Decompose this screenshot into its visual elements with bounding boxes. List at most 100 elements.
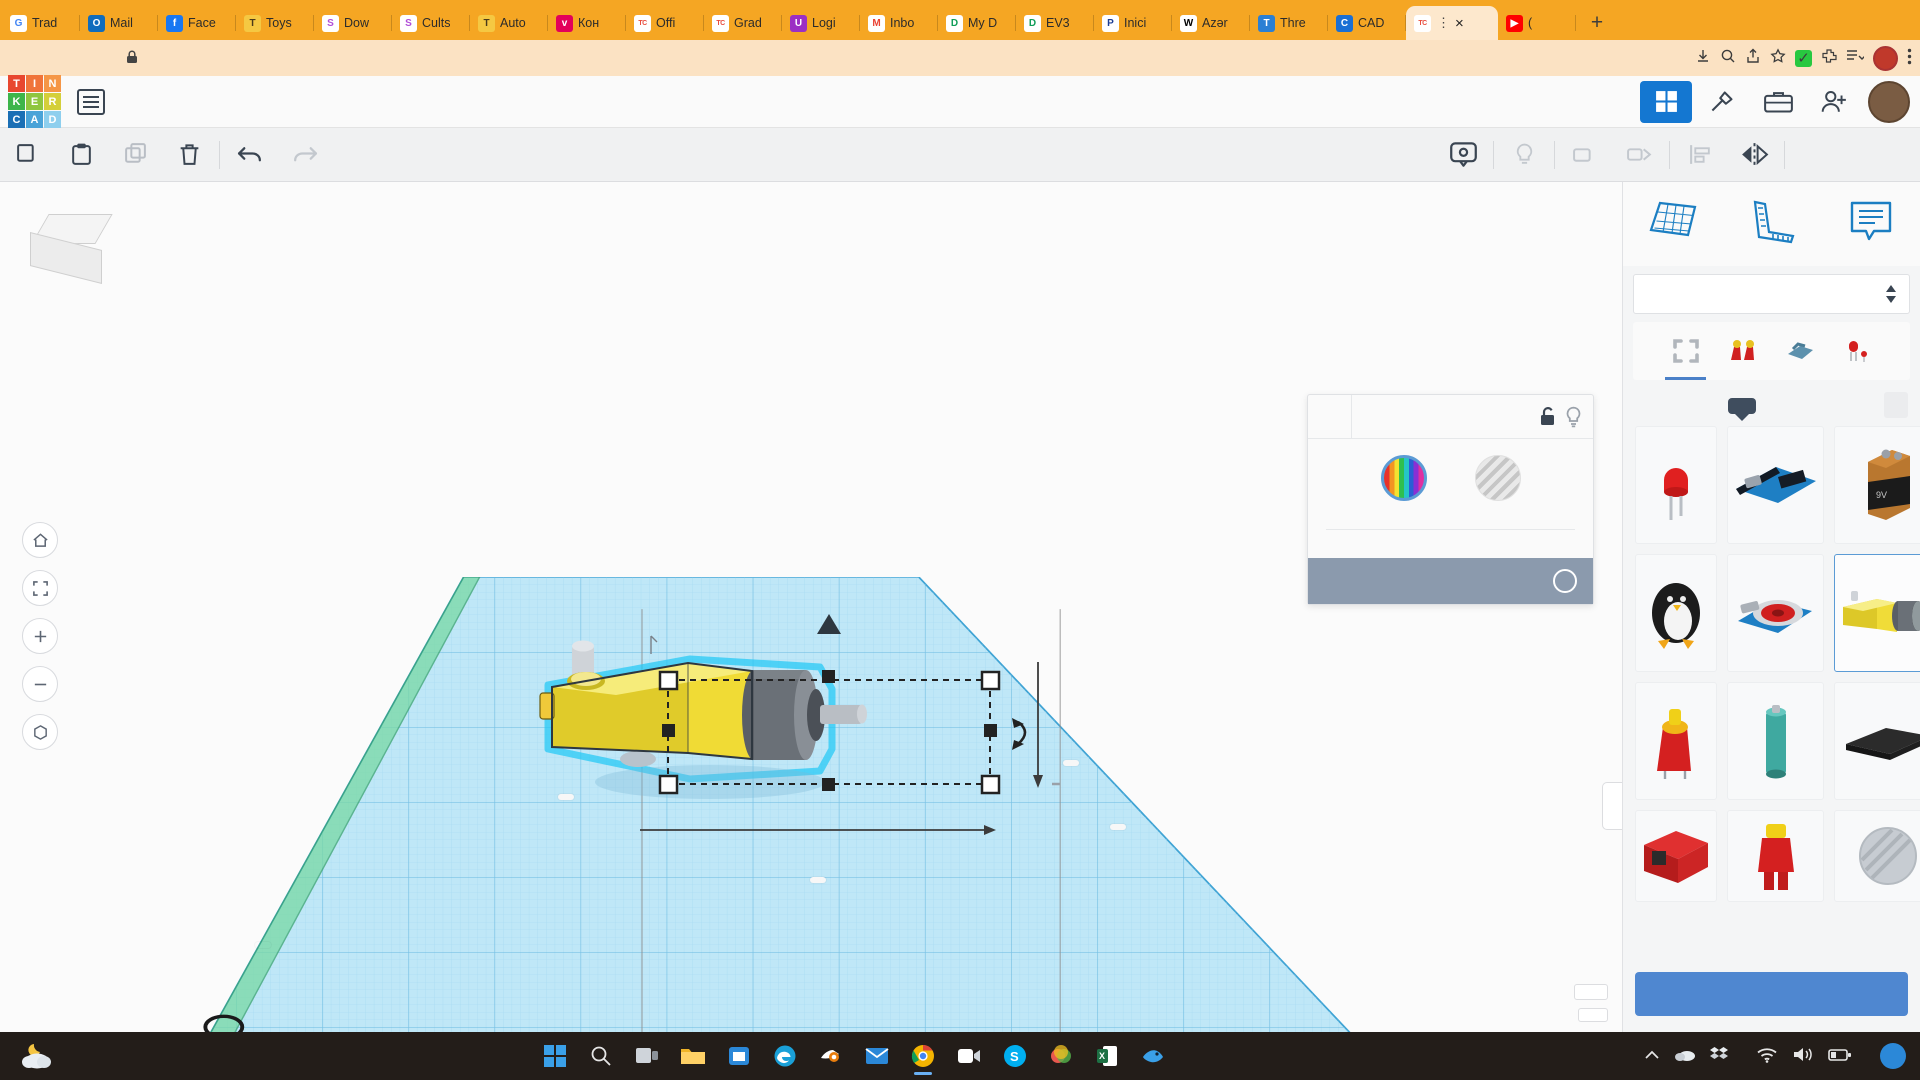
shape-penguin[interactable] (1635, 554, 1717, 672)
zoom-out-button[interactable] (22, 666, 58, 702)
start-button[interactable] (535, 1036, 575, 1076)
zoom-icon[interactable] (1720, 48, 1736, 68)
skype-button[interactable]: S (995, 1036, 1035, 1076)
home-view-button[interactable] (22, 522, 58, 558)
perspective-toggle-button[interactable] (22, 714, 58, 750)
show-hidden-icons-button[interactable] (1644, 1048, 1660, 1064)
invite-button[interactable] (1808, 81, 1860, 123)
photos-button[interactable] (1041, 1036, 1081, 1076)
mail-button[interactable] (857, 1036, 897, 1076)
search-button[interactable] (581, 1036, 621, 1076)
wifi-icon[interactable] (1756, 1047, 1778, 1066)
blocks-view-button[interactable] (1640, 81, 1692, 123)
edit-grid-button[interactable] (1574, 984, 1608, 1000)
forward-button[interactable] (42, 43, 72, 73)
shape-red-figure[interactable] (1727, 810, 1824, 902)
menu-icon[interactable] (1907, 48, 1912, 69)
copy-button[interactable] (0, 128, 54, 182)
export-button[interactable] (1832, 128, 1876, 182)
task-view-button[interactable] (627, 1036, 667, 1076)
reload-button[interactable] (76, 43, 106, 73)
dropbox-icon[interactable] (1710, 1046, 1728, 1067)
store-button[interactable] (719, 1036, 759, 1076)
edge-button[interactable] (765, 1036, 805, 1076)
back-button[interactable] (8, 43, 38, 73)
ruler-icon[interactable] (1747, 199, 1797, 250)
browser-tab-10[interactable]: ULogi (782, 6, 860, 40)
battery-icon[interactable] (1828, 1048, 1852, 1065)
duplicate-button[interactable] (108, 128, 162, 182)
workplane-icon[interactable] (1648, 199, 1698, 250)
shape-hobby-gearmotor[interactable] (1834, 554, 1920, 672)
browser-tab-18[interactable]: TC⋮× (1406, 6, 1498, 40)
browser-tab-1[interactable]: OMail (80, 6, 158, 40)
more-shapes-button[interactable] (1635, 972, 1908, 1016)
browser-tab-15[interactable]: WAzər (1172, 6, 1250, 40)
shape-red-block[interactable] (1635, 810, 1717, 902)
solid-color-wheel-icon[interactable] (1381, 455, 1427, 501)
excel-button[interactable]: X (1087, 1036, 1127, 1076)
ungroup-button[interactable] (1612, 128, 1666, 182)
download-icon[interactable] (1695, 48, 1711, 68)
browser-tab-7[interactable]: vКон (548, 6, 626, 40)
category-select[interactable] (1633, 274, 1910, 314)
shape-battery-pack[interactable] (1834, 682, 1920, 800)
browser-tab-14[interactable]: PInici (1094, 6, 1172, 40)
project-list-icon[interactable] (77, 89, 105, 115)
send-to-button[interactable] (1876, 128, 1920, 182)
group-button[interactable] (1558, 128, 1612, 182)
browser-tab-9[interactable]: TCGrad (704, 6, 782, 40)
onedrive-icon[interactable] (1674, 1047, 1696, 1065)
bookmark-star-icon[interactable] (1770, 48, 1786, 68)
simulate-button[interactable] (1752, 81, 1804, 123)
subtab-basic[interactable] (1657, 322, 1714, 380)
hole-swatch[interactable] (1475, 455, 1521, 509)
file-explorer-button[interactable] (673, 1036, 713, 1076)
browser-tab-4[interactable]: SDow (314, 6, 392, 40)
view-cube[interactable] (28, 214, 116, 294)
paste-button[interactable] (54, 128, 108, 182)
shape-led[interactable] (1635, 426, 1717, 544)
browser-tab-13[interactable]: DEV3 (1016, 6, 1094, 40)
shape-9v-battery[interactable]: 9V (1834, 426, 1920, 544)
address-bar[interactable] (116, 44, 1683, 72)
meet-button[interactable] (949, 1036, 989, 1076)
3d-canvas[interactable] (0, 182, 1622, 1032)
browser-tab-16[interactable]: TThre (1250, 6, 1328, 40)
browser-tab-11[interactable]: MInbo (860, 6, 938, 40)
new-tab-button[interactable]: + (1582, 8, 1612, 38)
weather-widget[interactable] (0, 1041, 300, 1071)
share-icon[interactable] (1745, 48, 1761, 68)
tinkercad-app-button[interactable] (1133, 1036, 1173, 1076)
hole-hatch-icon[interactable] (1475, 455, 1521, 501)
selection-gizmo[interactable] (640, 662, 1060, 892)
subtab-breadboard[interactable] (1772, 322, 1829, 380)
tabstrip-chevron-icon[interactable] (1728, 4, 1772, 36)
window-close-button[interactable] (1872, 4, 1916, 36)
redo-button[interactable] (277, 128, 331, 182)
browser-tab-12[interactable]: DMy D (938, 6, 1016, 40)
notification-badge[interactable] (1880, 1043, 1906, 1069)
blender-button[interactable] (811, 1036, 851, 1076)
collapse-caret-icon[interactable] (1308, 395, 1352, 438)
window-maximize-button[interactable] (1824, 4, 1868, 36)
tinkercad-logo[interactable]: TINKERCAD (8, 75, 61, 128)
note-icon[interactable] (1846, 199, 1896, 250)
profile-avatar[interactable] (1873, 46, 1898, 71)
z-offset-dimension-label[interactable] (1110, 824, 1126, 830)
unlocked-padlock-icon[interactable] (1533, 395, 1563, 438)
solid-swatch[interactable] (1381, 455, 1427, 509)
extensions-icon[interactable] (1821, 48, 1837, 68)
zoom-in-button[interactable] (22, 618, 58, 654)
undo-button[interactable] (223, 128, 277, 182)
height-dimension-label[interactable] (558, 794, 574, 800)
shape-red-buzzer[interactable] (1635, 682, 1717, 800)
subtab-connectors[interactable] (1714, 322, 1771, 380)
shape-gray-disc[interactable] (1834, 810, 1920, 902)
browser-tab-3[interactable]: TToys (236, 6, 314, 40)
length-dimension-label[interactable] (810, 877, 826, 883)
lightbulb-icon[interactable] (1563, 395, 1593, 438)
snap-grid-select[interactable] (1578, 1008, 1608, 1022)
volume-icon[interactable] (1792, 1046, 1814, 1066)
subtab-led[interactable] (1829, 322, 1886, 380)
